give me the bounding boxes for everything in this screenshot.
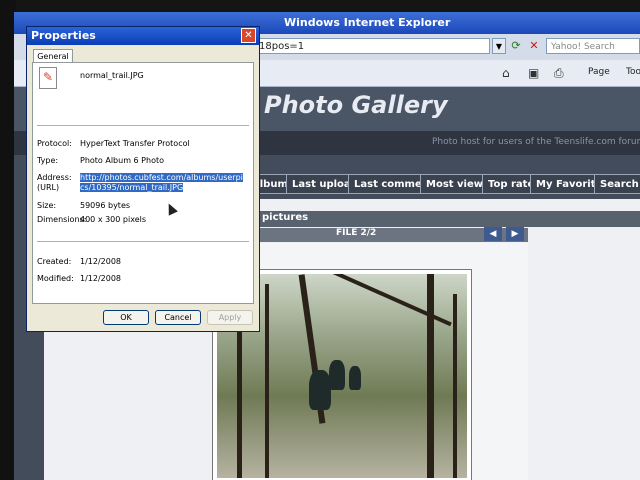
prev-arrow-icon[interactable]: ◀ [484, 227, 502, 241]
modified-label: Modified: [37, 274, 74, 283]
properties-dialog: Properties ✕ General ✎ normal_trail.JPG … [26, 26, 260, 332]
apply-button[interactable]: Apply [207, 310, 253, 325]
size-value: 59096 bytes [80, 201, 131, 210]
section-title: pictures [262, 212, 309, 223]
created-label: Created: [37, 257, 72, 266]
cancel-button[interactable]: Cancel [155, 310, 201, 325]
site-tagline: Photo host for users of the Teenslife.co… [432, 137, 640, 147]
protocol-label: Protocol: [37, 139, 72, 148]
feeds-icon[interactable]: ▣ [528, 66, 539, 80]
search-input[interactable]: Yahoo! Search [546, 38, 640, 54]
file-name: normal_trail.JPG [80, 71, 144, 80]
image-file-icon: ✎ [39, 67, 57, 89]
close-icon[interactable]: ✕ [241, 28, 256, 43]
page-menu[interactable]: Page [588, 67, 610, 77]
protocol-value: HyperText Transfer Protocol [80, 139, 190, 148]
ok-button[interactable]: OK [103, 310, 149, 325]
type-label: Type: [37, 156, 59, 165]
address-url-value[interactable]: http://photos.cubfest.com/albums/userpic… [80, 173, 246, 193]
divider [37, 125, 249, 126]
address-label-url: (URL) [37, 183, 60, 192]
site-title: Photo Gallery [264, 91, 448, 119]
size-label: Size: [37, 201, 57, 210]
dialog-titlebar[interactable]: Properties ✕ [27, 27, 259, 45]
selected-url-text[interactable]: http://photos.cubfest.com/albums/userpic… [80, 173, 243, 192]
print-icon[interactable]: ⎙ [554, 66, 564, 81]
file-counter: FILE 2/2 [336, 228, 377, 238]
tab-general[interactable]: General [33, 49, 73, 63]
file-bar [228, 228, 528, 242]
browser-title: Windows Internet Explorer [284, 16, 451, 29]
stop-icon[interactable]: ✕ [526, 38, 542, 54]
home-icon[interactable]: ⌂ [502, 66, 510, 80]
dimensions-label: Dimensions: [37, 215, 87, 224]
type-value: Photo Album 6 Photo [80, 156, 164, 165]
nav-search[interactable]: Search [594, 174, 640, 194]
refresh-icon[interactable]: ⟳ [508, 38, 524, 54]
modified-value: 1/12/2008 [80, 274, 122, 283]
address-label: Address: [37, 173, 72, 182]
dimensions-value: 400 x 300 pixels [80, 215, 147, 224]
created-value: 1/12/2008 [80, 257, 122, 266]
dialog-title: Properties [31, 29, 96, 42]
tools-menu[interactable]: Tools [626, 67, 640, 77]
divider [37, 241, 249, 242]
address-input[interactable]: 18pos=1 [254, 38, 490, 54]
address-dropdown-icon[interactable]: ▼ [492, 38, 506, 54]
next-arrow-icon[interactable]: ▶ [506, 227, 524, 241]
